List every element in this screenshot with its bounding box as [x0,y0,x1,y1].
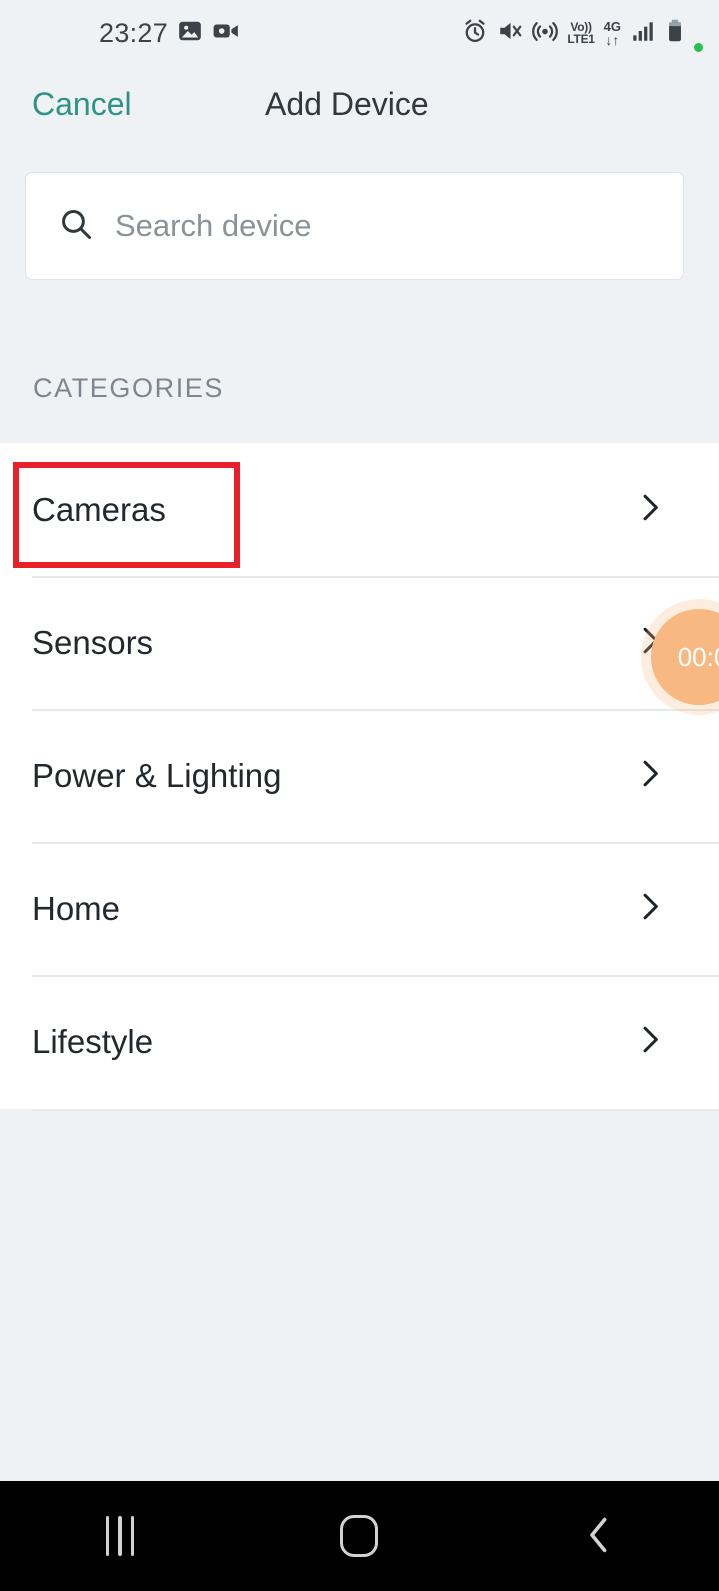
chevron-right-icon [633,889,667,928]
app-screen: 23:27 Vo)) LTE1 4G ↓↑ Cancel Add Device … [0,0,719,1591]
volte-line-2: LTE1 [567,32,595,46]
list-item-label: Lifestyle [32,1022,154,1060]
categories-section-label: CATEGORIES [33,373,225,403]
status-bar-right: Vo)) LTE1 4G ↓↑ [462,0,703,66]
page-title: Add Device [265,86,429,122]
list-item-label: Sensors [32,623,154,661]
status-bar-left: 23:27 [99,18,240,49]
chevron-right-icon [633,1022,667,1061]
back-icon [582,1514,616,1559]
list-item-home[interactable]: Home [0,842,719,975]
search-input[interactable] [115,208,663,244]
search-bar[interactable] [25,172,684,280]
list-item-label: Home [32,889,121,927]
back-button[interactable] [539,1481,659,1591]
chevron-right-icon [633,490,667,529]
list-item-label: Power & Lighting [32,756,282,794]
hotspot-icon [532,18,559,49]
recents-icon [105,1516,135,1556]
list-item-power-and-lighting[interactable]: Power & Lighting [0,709,719,842]
mute-vibrate-icon [497,18,523,49]
battery-icon [665,18,685,49]
network-type-label: 4G [603,18,621,34]
home-icon [340,1515,379,1557]
screen-record-icon [212,18,240,49]
android-navigation-bar [0,1481,719,1591]
list-item-sensors[interactable]: Sensors [0,576,719,709]
volte-indicator: Vo)) LTE1 [567,21,595,46]
chevron-right-icon [633,756,667,795]
green-dot-indicator [694,43,703,52]
search-icon [58,206,94,247]
status-bar: 23:27 Vo)) LTE1 4G ↓↑ [0,0,719,66]
signal-bars-icon [630,18,656,49]
cancel-button[interactable]: Cancel [32,86,132,123]
recents-button[interactable] [60,1481,180,1591]
home-button[interactable] [299,1481,419,1591]
image-icon [177,18,203,49]
network-indicator: 4G ↓↑ [604,20,621,47]
status-bar-clock: 23:27 [99,17,169,48]
list-item-cameras[interactable]: Cameras [0,443,719,576]
categories-list: Cameras Sensors Power & Lighting Home Li [0,443,719,1111]
list-item-lifestyle[interactable]: Lifestyle [0,975,719,1108]
data-transfer-arrows: ↓↑ [605,31,620,48]
list-item-label: Cameras [32,490,166,528]
timer-badge-label: 00:0 [677,641,719,672]
app-header: Cancel Add Device [0,66,719,156]
alarm-icon [462,18,488,49]
